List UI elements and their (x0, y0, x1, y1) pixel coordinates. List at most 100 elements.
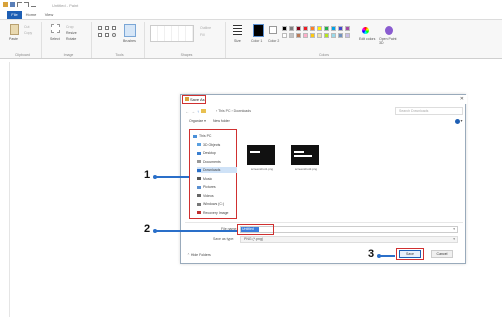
palette-swatch[interactable] (282, 33, 287, 38)
callout-number-1: 1 (144, 169, 151, 181)
palette-swatch[interactable] (317, 33, 322, 38)
nav-item-label: This PC (199, 134, 212, 138)
cut-button[interactable]: Cut (24, 25, 29, 29)
palette-swatch[interactable] (303, 26, 308, 31)
breadcrumb[interactable]: › This PC › Downloads (216, 107, 251, 115)
hide-folders-button[interactable]: ⌃ Hide Folders (187, 253, 211, 257)
up-icon[interactable]: ↑ (197, 109, 199, 114)
nav-item[interactable]: Music (197, 176, 212, 182)
help-icon[interactable] (455, 119, 460, 124)
new-folder-button[interactable]: New folder (213, 119, 230, 123)
palette-swatch[interactable] (310, 33, 315, 38)
customize-qat-icon[interactable] (31, 2, 36, 7)
palette-swatch[interactable] (317, 26, 322, 31)
redo-icon[interactable] (24, 2, 29, 7)
palette-swatch[interactable] (296, 26, 301, 31)
divider (185, 222, 463, 223)
palette-swatch[interactable] (282, 26, 287, 31)
nav-item[interactable]: Documents (197, 159, 221, 165)
shapes-group-label: Shapes (180, 53, 193, 57)
image-group: Select Crop Resize Rotate Image (46, 22, 92, 58)
nav-item[interactable]: Videos (197, 193, 214, 199)
nav-item-label: Downloads (203, 168, 221, 172)
paste-icon[interactable] (10, 24, 19, 35)
nav-item-icon (197, 143, 201, 146)
file-thumbnail (291, 145, 319, 165)
organize-button[interactable]: Organize ▾ (189, 119, 206, 123)
palette-swatch[interactable] (338, 33, 343, 38)
pencil-icon[interactable] (98, 26, 102, 30)
callout-number-2: 2 (144, 223, 151, 235)
chevron-down-icon[interactable]: ▾ (453, 237, 455, 242)
eraser-icon[interactable] (98, 33, 102, 37)
tab-home[interactable]: Home (22, 11, 40, 19)
fill-icon[interactable] (105, 26, 109, 30)
nav-item-icon (197, 177, 201, 180)
palette-swatch[interactable] (331, 26, 336, 31)
callout-line-1 (155, 176, 189, 178)
image-group-label: Image (63, 53, 74, 57)
tab-file[interactable]: File (7, 11, 22, 19)
save-type-select[interactable]: PNG (*.png) ▾ (240, 236, 458, 243)
back-icon[interactable]: ← (185, 109, 189, 114)
magnifier-icon[interactable] (112, 33, 116, 37)
nav-item[interactable]: Windows (C:) (197, 201, 224, 207)
brushes-icon[interactable] (124, 24, 136, 37)
edit-colors-label[interactable]: Edit colors (359, 37, 375, 41)
nav-item-icon (197, 151, 201, 155)
palette-swatch[interactable] (345, 26, 350, 31)
search-input[interactable]: Search Downloads (395, 107, 463, 115)
color1-swatch[interactable] (253, 24, 264, 37)
nav-item[interactable]: Desktop (197, 150, 216, 156)
file-item[interactable]: screenshot1.png (247, 145, 277, 171)
palette-swatch[interactable] (345, 33, 350, 38)
nav-item[interactable]: Downloads (197, 167, 237, 173)
palette-swatch[interactable] (324, 26, 329, 31)
clipboard-group: Paste Cut Copy Clipboard (4, 22, 42, 58)
canvas-edge (9, 62, 10, 317)
nav-item-label: Pictures (203, 185, 216, 189)
outline-button[interactable]: Outline (200, 26, 211, 30)
file-item[interactable]: screenshot2.png (291, 145, 321, 171)
select-icon[interactable] (51, 24, 60, 33)
chevron-down-icon[interactable]: ▾ (453, 227, 455, 231)
nav-item[interactable]: Pictures (197, 184, 216, 190)
save-icon[interactable] (10, 2, 15, 7)
dialog-toolbar: Organize ▾ New folder ≡ ▾ (185, 118, 463, 125)
save-as-dialog: Save As ✕ ← → ↑ › This PC › Downloads Se… (180, 94, 467, 264)
color2-swatch[interactable] (269, 26, 277, 34)
palette-swatch[interactable] (296, 33, 301, 38)
size-icon[interactable] (233, 25, 242, 35)
cancel-button[interactable]: Cancel (431, 250, 453, 258)
nav-item[interactable]: 3D Objects (197, 142, 220, 148)
text-icon[interactable] (112, 26, 116, 30)
forward-icon[interactable]: → (191, 109, 195, 114)
undo-icon[interactable] (17, 2, 22, 7)
paint3d-icon[interactable] (385, 26, 393, 35)
rotate-button[interactable]: Rotate (66, 37, 76, 41)
palette-swatch[interactable] (289, 33, 294, 38)
tab-view[interactable]: View (40, 11, 58, 19)
nav-item[interactable]: This PC (193, 133, 211, 139)
paint3d-label[interactable]: Open Paint 3D (379, 37, 401, 45)
shapes-gallery[interactable] (150, 25, 194, 42)
colors-group: Size Color 1 Color 2 Edit colors Open Pa… (229, 22, 419, 58)
palette-swatch[interactable] (338, 26, 343, 31)
nav-item[interactable]: Recovery Image (197, 210, 228, 216)
size-label: Size (234, 39, 241, 43)
crop-button[interactable]: Crop (66, 25, 74, 29)
save-type-value: PNG (*.png) (244, 237, 264, 241)
select-label: Select (50, 37, 60, 41)
palette-swatch[interactable] (324, 33, 329, 38)
edit-colors-icon[interactable] (362, 27, 369, 34)
palette-swatch[interactable] (303, 33, 308, 38)
palette-swatch[interactable] (310, 26, 315, 31)
color-picker-icon[interactable] (105, 33, 109, 37)
nav-item-label: Music (203, 176, 213, 181)
close-icon[interactable]: ✕ (460, 96, 464, 102)
palette-swatch[interactable] (289, 26, 294, 31)
resize-button[interactable]: Resize (66, 31, 77, 35)
palette-swatch[interactable] (331, 33, 336, 38)
copy-button[interactable]: Copy (24, 31, 32, 35)
fill-button[interactable]: Fill (200, 33, 204, 37)
